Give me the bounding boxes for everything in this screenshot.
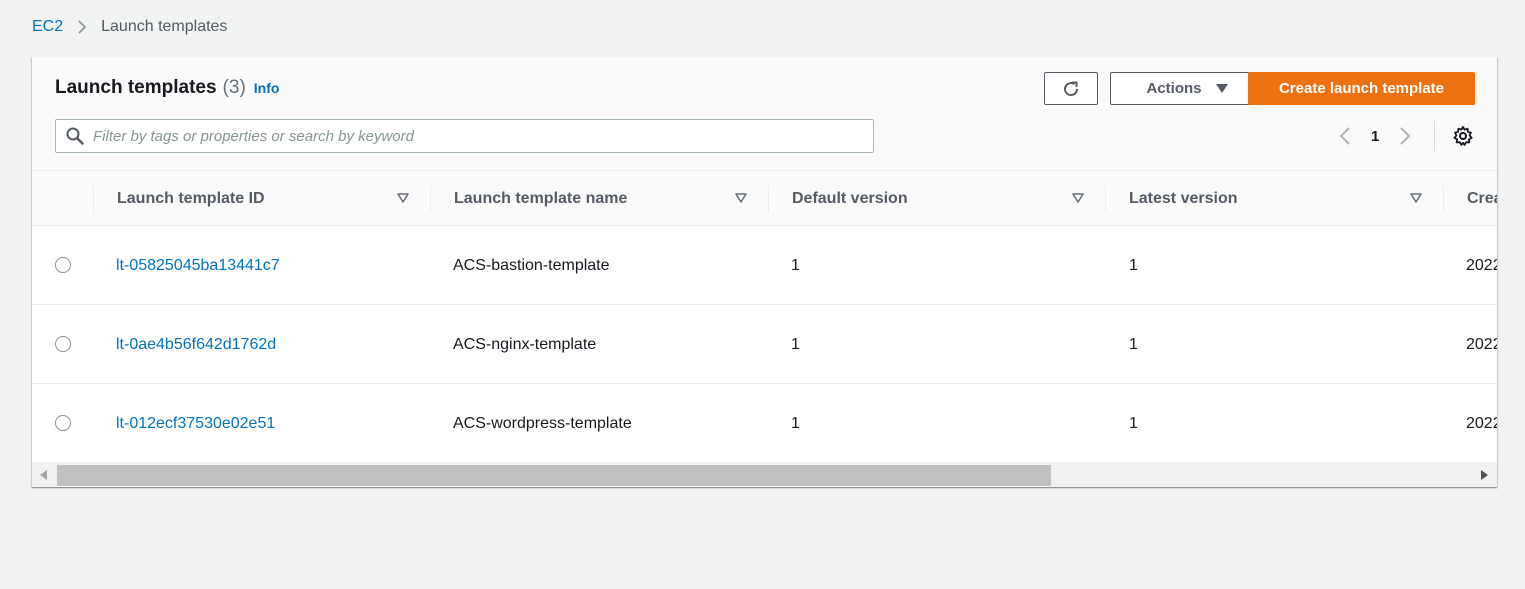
info-link[interactable]: Info	[254, 80, 280, 96]
default-version: 1	[791, 256, 800, 274]
column-header-default-version[interactable]: Default version	[792, 171, 908, 226]
latest-version: 1	[1129, 414, 1138, 432]
launch-template-id-link[interactable]: lt-012ecf37530e02e51	[116, 384, 275, 463]
sort-icon[interactable]	[1072, 192, 1084, 204]
latest-version: 1	[1129, 335, 1138, 353]
latest-version: 1	[1129, 256, 1138, 274]
create-time: 2022	[1466, 335, 1497, 353]
scrollbar-thumb[interactable]	[57, 465, 1051, 486]
default-version: 1	[791, 335, 800, 353]
column-divider	[93, 185, 94, 213]
launch-templates-table-container: Launch templates (3) Info Actions Create…	[32, 57, 1497, 487]
table-head: Launch template ID Launch template name …	[32, 171, 1497, 226]
row-radio[interactable]	[55, 336, 71, 352]
launch-template-id-link[interactable]: lt-05825045ba13441c7	[116, 226, 280, 305]
search-field	[55, 119, 874, 153]
create-time: 2022	[1466, 256, 1497, 274]
title-text: Launch templates	[55, 77, 217, 98]
table-header: Launch templates (3) Info Actions Create…	[32, 57, 1497, 171]
page-title: Launch templates (3) Info	[55, 77, 279, 101]
breadcrumb: EC2 Launch templates	[32, 16, 227, 38]
caret-down-icon	[1215, 83, 1228, 94]
column-header-latest-version[interactable]: Latest version	[1129, 171, 1237, 226]
page-number[interactable]: 1	[1371, 128, 1379, 145]
breadcrumb-current: Launch templates	[101, 18, 228, 35]
sort-icon[interactable]	[735, 192, 747, 204]
refresh-button[interactable]	[1044, 72, 1098, 105]
table-row[interactable]: lt-05825045ba13441c7 ACS-bastion-templat…	[32, 226, 1497, 305]
column-header-name[interactable]: Launch template name	[454, 171, 627, 226]
search-icon	[66, 127, 84, 145]
sort-icon[interactable]	[1410, 192, 1422, 204]
table-row[interactable]: lt-012ecf37530e02e51 ACS-wordpress-templ…	[32, 384, 1497, 463]
sort-icon[interactable]	[397, 192, 409, 204]
row-radio[interactable]	[55, 415, 71, 431]
chevron-right-icon	[77, 20, 87, 34]
refresh-icon	[1061, 79, 1081, 99]
column-divider	[1443, 185, 1444, 213]
horizontal-scrollbar[interactable]	[32, 462, 1497, 487]
chevron-right-icon[interactable]	[1395, 126, 1415, 146]
table-row[interactable]: lt-0ae4b56f642d1762d ACS-nginx-template …	[32, 305, 1497, 384]
scroll-left-icon[interactable]	[40, 470, 48, 480]
scroll-right-icon[interactable]	[1481, 470, 1489, 480]
default-version: 1	[791, 414, 800, 432]
search-input[interactable]	[93, 127, 853, 145]
actions-button[interactable]: Actions	[1110, 72, 1264, 105]
row-radio[interactable]	[55, 257, 71, 273]
actions-label: Actions	[1146, 80, 1202, 97]
pagination: 1	[1335, 123, 1415, 149]
chevron-left-icon[interactable]	[1335, 126, 1355, 146]
launch-template-name: ACS-bastion-template	[453, 256, 610, 274]
column-header-id[interactable]: Launch template ID	[117, 171, 265, 226]
column-header-created[interactable]: Crea	[1467, 171, 1497, 226]
column-divider	[768, 185, 769, 213]
create-launch-template-button[interactable]: Create launch template	[1248, 72, 1475, 105]
pager-divider	[1434, 121, 1435, 151]
launch-template-name: ACS-wordpress-template	[453, 414, 632, 432]
column-divider	[1105, 185, 1106, 213]
create-time: 2022	[1466, 414, 1497, 432]
column-divider	[430, 185, 431, 213]
launch-template-id-link[interactable]: lt-0ae4b56f642d1762d	[116, 305, 276, 384]
gear-icon[interactable]	[1452, 125, 1474, 147]
launch-template-name: ACS-nginx-template	[453, 335, 597, 353]
title-count: (3)	[222, 77, 246, 98]
breadcrumb-ec2-link[interactable]: EC2	[32, 18, 63, 36]
